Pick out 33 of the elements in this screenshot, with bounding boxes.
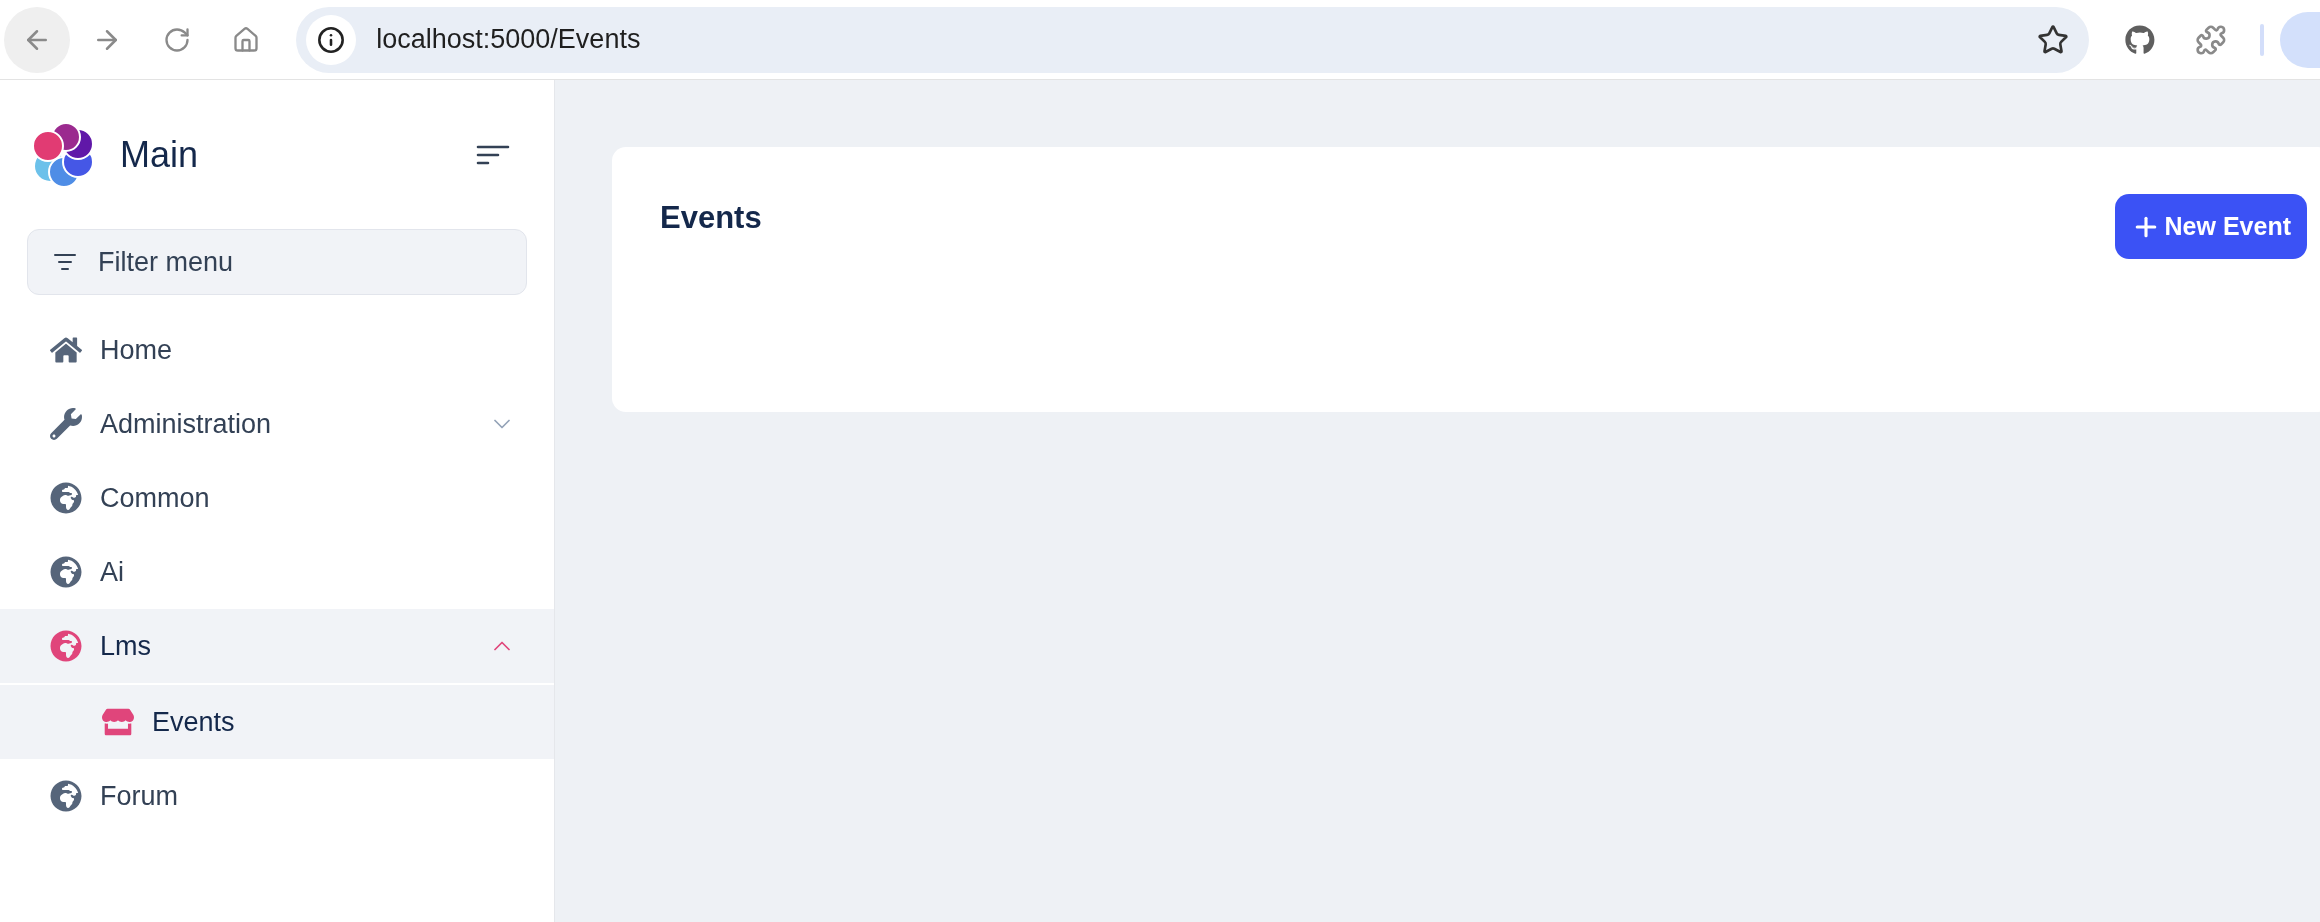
sidebar-item[interactable]: Events	[0, 685, 554, 759]
info-icon	[317, 25, 346, 54]
sidebar-item[interactable]: Common	[0, 461, 554, 535]
sidebar-item-label: Common	[100, 481, 210, 515]
sidebar-item[interactable]: Administration	[0, 387, 554, 461]
sidebar-title: Main	[120, 133, 199, 177]
puzzle-icon[interactable]	[2194, 23, 2227, 56]
sidebar-item-label: Lms	[100, 629, 151, 663]
star-icon	[2036, 23, 2069, 56]
address-bar[interactable]: localhost:5000/Events	[296, 6, 2089, 73]
sidebar-item-label: Home	[100, 333, 173, 367]
globe-icon	[50, 482, 82, 514]
sidebar-item-label: Ai	[100, 555, 124, 589]
sidebar-item-label: Forum	[100, 779, 178, 813]
sidebar-item[interactable]: Lms	[0, 609, 554, 683]
store-icon	[102, 708, 134, 736]
menu-icon[interactable]	[476, 144, 510, 166]
github-icon[interactable]	[2124, 24, 2155, 55]
sidebar-item-label: Administration	[100, 407, 272, 441]
wrench-icon	[50, 408, 82, 440]
filter-field[interactable]: Filter menu	[27, 229, 527, 295]
url-text: localhost:5000/Events	[376, 23, 641, 57]
globe-icon	[50, 556, 82, 588]
globe-icon	[50, 780, 82, 812]
page-title: Events	[660, 199, 762, 237]
globe-icon	[50, 630, 82, 662]
sidebar-item[interactable]: Ai	[0, 535, 554, 609]
sidebar-item[interactable]: Home	[0, 313, 554, 387]
sidebar-item[interactable]: Forum	[0, 759, 554, 833]
house-icon	[232, 25, 261, 54]
new-event-button[interactable]: New Event	[2114, 194, 2307, 259]
reload-icon	[162, 25, 191, 54]
sidebar-item-label: Events	[152, 705, 235, 739]
